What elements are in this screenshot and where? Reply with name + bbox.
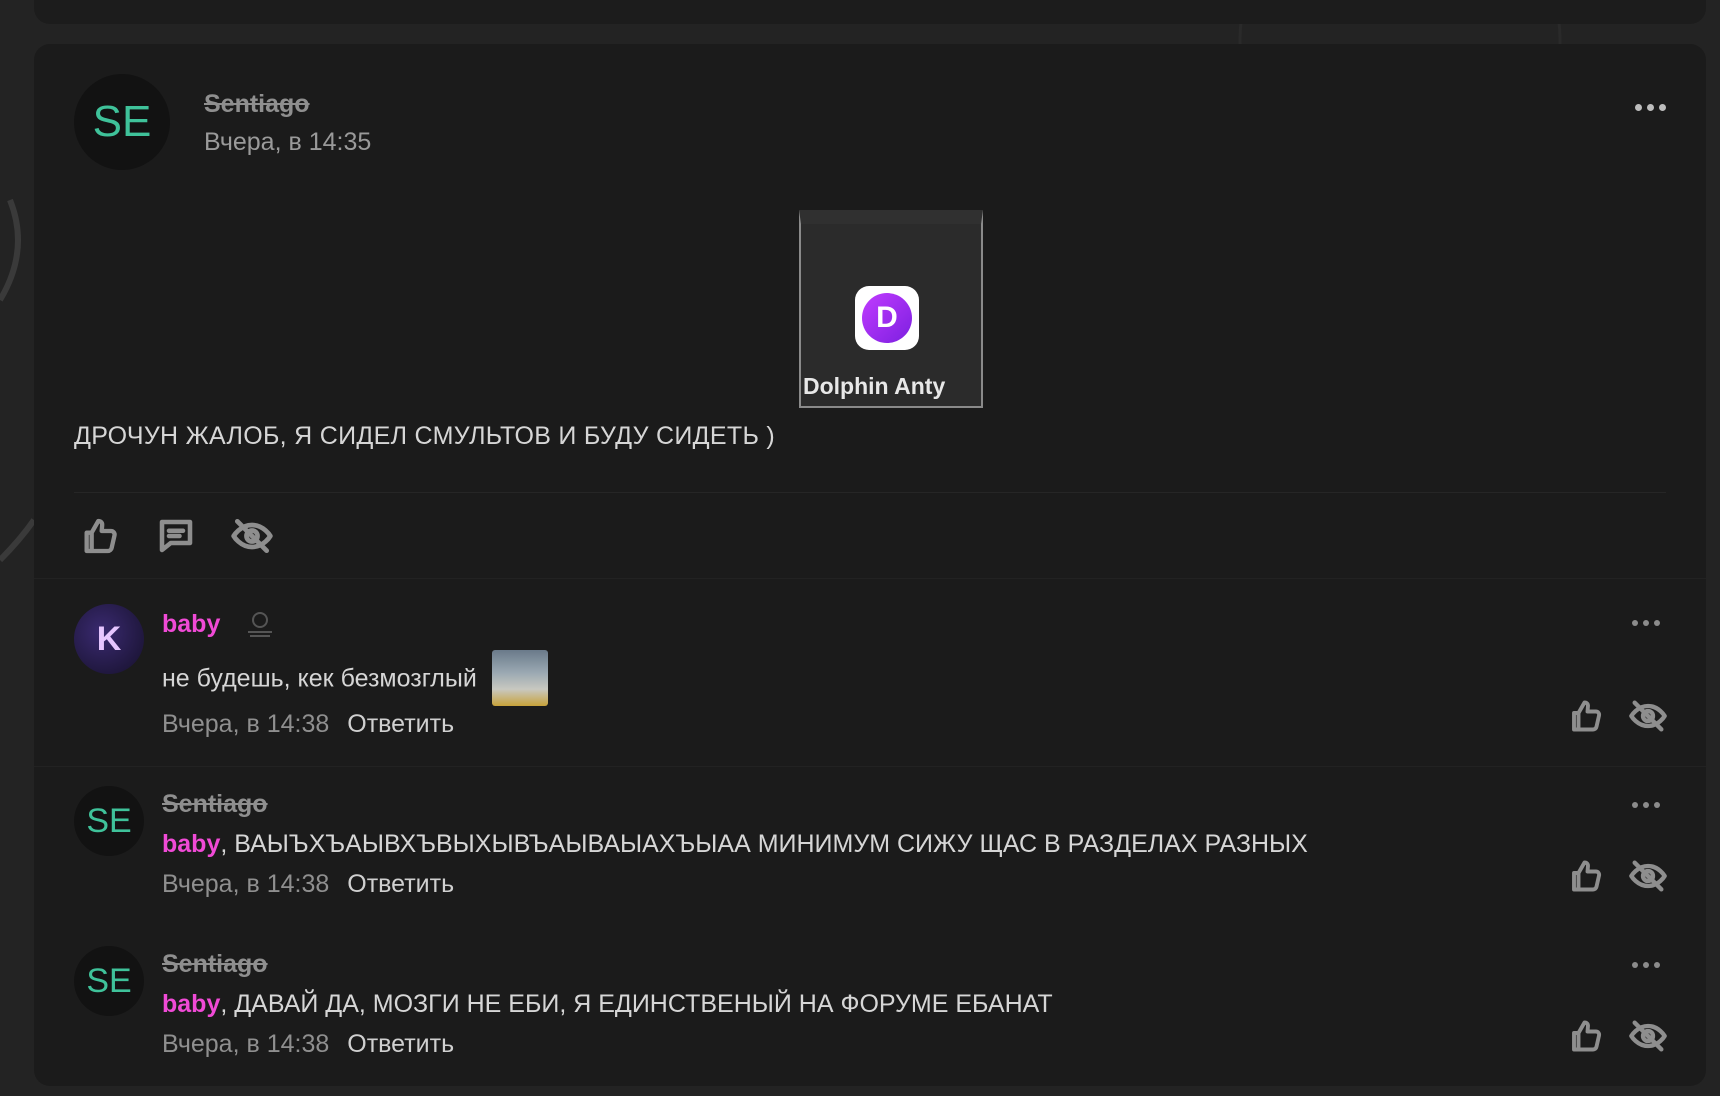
mention-link[interactable]: baby [162, 990, 220, 1018]
post-actions [78, 514, 274, 558]
attachment-label: Dolphin Anty [803, 373, 946, 399]
comment-author-avatar[interactable]: SE [74, 946, 144, 1016]
comment-meta: Вчера, в 14:38 Ответить [162, 870, 454, 899]
hide-button[interactable] [230, 514, 274, 558]
post-card: SE Sentiago Вчера, в 14:35 D Dolphin Ant… [34, 44, 1706, 1086]
comment-timestamp: Вчера, в 14:38 [162, 870, 330, 898]
comment-text: baby, ДАВАЙ ДА, МОЗГИ НЕ ЕБИ, Я ЕДИНСТВЕ… [162, 990, 1053, 1019]
post-attachment-image[interactable]: D Dolphin Anty [799, 210, 983, 408]
comment-separator [34, 766, 1706, 767]
comment-menu-dots-icon[interactable] [1632, 962, 1660, 968]
user-badge-icon [248, 612, 273, 638]
eye-off-icon [1629, 860, 1667, 892]
comment-like-button[interactable] [1566, 696, 1606, 736]
reply-button[interactable]: Ответить [347, 870, 454, 898]
post-body-text: ДРОЧУН ЖАЛОБ, Я СИДЕЛ СМУЛЬТОВ И БУДУ СИ… [74, 422, 776, 450]
comment-like-button[interactable] [1566, 1016, 1606, 1056]
comment-actions [1566, 1016, 1668, 1056]
avatar-initials: SE [86, 961, 132, 1000]
comment-timestamp: Вчера, в 14:38 [162, 710, 330, 738]
post-timestamp: Вчера, в 14:35 [204, 128, 372, 156]
eye-off-icon [231, 518, 273, 554]
app-icon-letter: D [862, 293, 912, 343]
comment-meta: Вчера, в 14:38 Ответить [162, 710, 454, 739]
comments-separator [34, 578, 1706, 579]
avatar-initials: SE [92, 97, 152, 146]
mention-link[interactable]: baby [162, 830, 220, 858]
thumbs-up-icon [1572, 700, 1602, 732]
comment-menu-dots-icon[interactable] [1632, 620, 1660, 626]
comment-menu-dots-icon[interactable] [1632, 802, 1660, 808]
comment-hide-button[interactable] [1628, 856, 1668, 896]
comment-actions [1566, 856, 1668, 896]
reply-button[interactable]: Ответить [347, 710, 454, 738]
thumbs-up-icon [1572, 1020, 1602, 1052]
comment-author-avatar[interactable]: K [74, 604, 144, 674]
avatar-initials: K [96, 619, 122, 658]
post-divider [74, 492, 1666, 493]
monkey-sticker-image [491, 650, 548, 706]
comment-timestamp: Вчера, в 14:38 [162, 1030, 330, 1058]
comment-text-content: не будешь, кек безмозглый [162, 664, 477, 693]
avatar-initials: SE [86, 801, 132, 840]
eye-off-icon [1629, 700, 1667, 732]
comment-author-name[interactable]: Sentiago [162, 950, 268, 979]
comment-author-name[interactable]: baby [162, 610, 277, 640]
comment-author-avatar[interactable]: SE [74, 786, 144, 856]
comment-hide-button[interactable] [1628, 1016, 1668, 1056]
thumbs-up-icon [1572, 860, 1602, 892]
dolphin-anty-app-icon: D [855, 286, 919, 350]
comment-text: baby, ВАЫЪХЪАЫВХЪВЫХЫВЪАЫВАЫАХЪЫАА МИНИМ… [162, 830, 1308, 859]
comment-icon [159, 519, 193, 553]
post-menu-dots-icon[interactable] [1635, 104, 1666, 111]
comment-text: не будешь, кек безмозглый [162, 650, 548, 708]
comment-item: K baby не будешь, кек безмозглый Вчера, … [34, 604, 1706, 774]
comment-text-content: , ДАВАЙ ДА, МОЗГИ НЕ ЕБИ, Я ЕДИНСТВЕНЫЙ … [220, 990, 1053, 1018]
comment-hide-button[interactable] [1628, 696, 1668, 736]
thumbs-up-icon [84, 518, 117, 554]
comment-button[interactable] [154, 514, 198, 558]
comment-author-name[interactable]: Sentiago [162, 790, 268, 819]
comment-item: SE Sentiago baby, ВАЫЪХЪАЫВХЪВЫХЫВЪАЫВАЫ… [34, 786, 1706, 936]
reply-button[interactable]: Ответить [347, 1030, 454, 1058]
comment-actions [1566, 696, 1668, 736]
like-button[interactable] [78, 514, 122, 558]
post-author-name[interactable]: Sentiago [204, 90, 310, 119]
comment-meta: Вчера, в 14:38 Ответить [162, 1030, 454, 1059]
comment-like-button[interactable] [1566, 856, 1606, 896]
previous-card-edge [34, 0, 1706, 24]
post-author-avatar[interactable]: SE [74, 74, 170, 170]
comment-item: SE Sentiago baby, ДАВАЙ ДА, МОЗГИ НЕ ЕБИ… [34, 946, 1706, 1086]
author-name-text: baby [162, 610, 221, 638]
comment-text-content: , ВАЫЪХЪАЫВХЪВЫХЫВЪАЫВАЫАХЪЫАА МИНИМУМ С… [220, 830, 1308, 858]
eye-off-icon [1629, 1020, 1667, 1052]
